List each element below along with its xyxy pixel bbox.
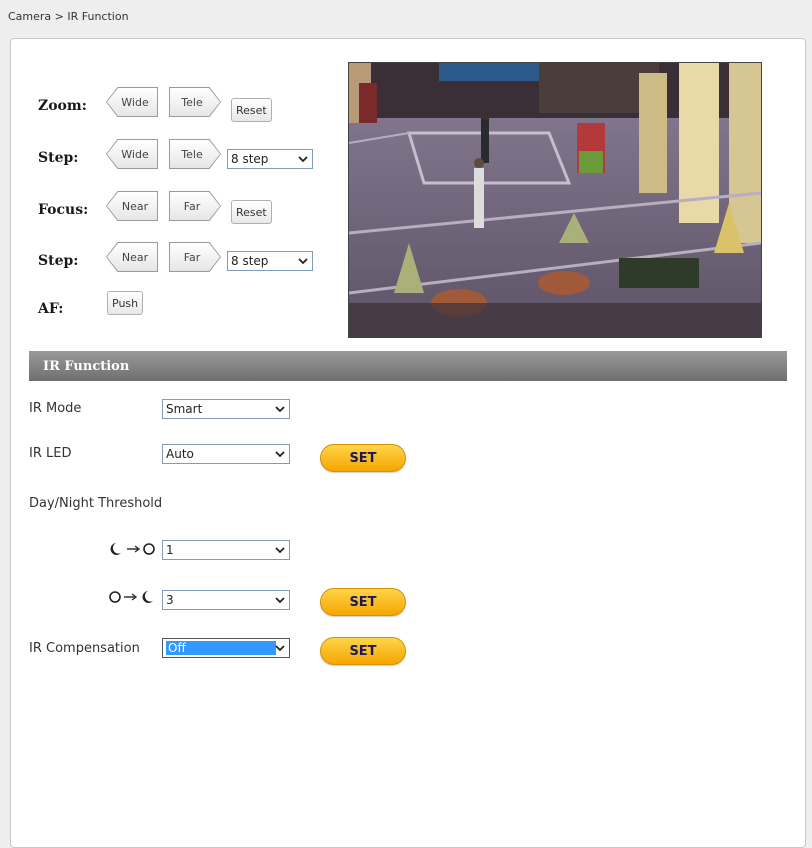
zoom-step-tele-button[interactable]: Tele xyxy=(169,139,221,169)
focus-reset-button[interactable]: Reset xyxy=(231,200,272,224)
zoom-tele-button[interactable]: Tele xyxy=(169,87,221,117)
ir-mode-label: IR Mode xyxy=(29,401,82,416)
night-to-day-threshold-select[interactable]: 1 xyxy=(162,540,290,560)
day-night-threshold-label: Day/Night Threshold xyxy=(29,496,163,511)
focus-label: Focus: xyxy=(38,202,89,218)
ir-led-set-button[interactable]: SET xyxy=(320,444,406,472)
zoom-step-label: Step: xyxy=(38,150,79,166)
ir-led-label: IR LED xyxy=(29,446,72,461)
chevron-down-icon xyxy=(298,156,308,163)
ir-led-select[interactable]: Auto xyxy=(162,444,290,464)
camera-scene-image xyxy=(349,63,761,337)
zoom-wide-button[interactable]: Wide xyxy=(106,87,158,117)
chevron-down-icon xyxy=(275,451,285,458)
live-video-feed xyxy=(348,62,762,338)
chevron-down-icon xyxy=(275,547,285,554)
chevron-down-icon xyxy=(275,597,285,604)
focus-far-button[interactable]: Far xyxy=(169,191,221,221)
af-label: AF: xyxy=(38,301,64,317)
chevron-down-icon xyxy=(298,258,308,265)
zoom-step-select[interactable]: 8 step xyxy=(227,149,313,169)
focus-step-far-button[interactable]: Far xyxy=(169,242,221,272)
focus-step-select[interactable]: 8 step xyxy=(227,251,313,271)
breadcrumb: Camera > IR Function xyxy=(8,10,129,23)
ir-compensation-select[interactable]: Off xyxy=(162,638,290,658)
ir-mode-select[interactable]: Smart xyxy=(162,399,290,419)
ir-function-panel: Zoom: Wide Tele Reset Step: Wide Tele 8 … xyxy=(10,38,806,848)
af-push-button[interactable]: Push xyxy=(107,291,144,315)
day-to-night-icon xyxy=(109,591,153,603)
threshold-set-button[interactable]: SET xyxy=(320,588,406,616)
chevron-down-icon xyxy=(275,406,285,413)
day-to-night-threshold-select[interactable]: 3 xyxy=(162,590,290,610)
zoom-reset-button[interactable]: Reset xyxy=(231,98,272,122)
focus-near-button[interactable]: Near xyxy=(106,191,158,221)
focus-step-label: Step: xyxy=(38,253,79,269)
chevron-down-icon xyxy=(275,645,285,652)
zoom-label: Zoom: xyxy=(38,98,87,114)
section-header-ir-function: IR Function xyxy=(29,351,787,381)
ir-compensation-label: IR Compensation xyxy=(29,641,140,656)
ir-compensation-set-button[interactable]: SET xyxy=(320,637,406,665)
night-to-day-icon xyxy=(110,543,155,555)
zoom-step-wide-button[interactable]: Wide xyxy=(106,139,158,169)
focus-step-near-button[interactable]: Near xyxy=(106,242,158,272)
